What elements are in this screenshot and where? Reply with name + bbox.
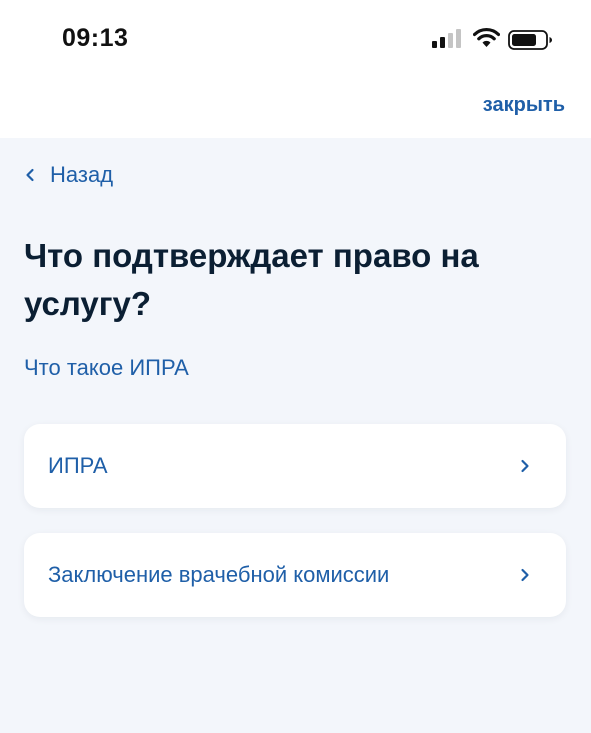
chevron-right-icon	[521, 568, 529, 582]
back-button[interactable]: Назад	[24, 162, 113, 188]
chevron-right-icon	[521, 459, 529, 473]
close-button[interactable]: закрыть	[483, 94, 565, 117]
option-ipra[interactable]: ИПРА	[24, 424, 566, 508]
option-label: Заключение врачебной комиссии	[48, 562, 390, 587]
battery-icon	[508, 30, 552, 50]
status-bar: 09:13	[0, 0, 591, 80]
wifi-icon	[473, 27, 500, 47]
option-medical-commission[interactable]: Заключение врачебной комиссии	[24, 533, 566, 617]
option-label: ИПРА	[48, 453, 108, 478]
what-is-ipra-link[interactable]: Что такое ИПРА	[24, 355, 189, 381]
top-header: закрыть	[0, 80, 591, 138]
page-title: Что подтверждает право на услугу?	[24, 237, 479, 322]
cellular-signal-icon	[432, 29, 461, 48]
status-time: 09:13	[62, 24, 129, 52]
chevron-left-icon	[26, 168, 34, 182]
back-label: Назад	[50, 162, 114, 187]
